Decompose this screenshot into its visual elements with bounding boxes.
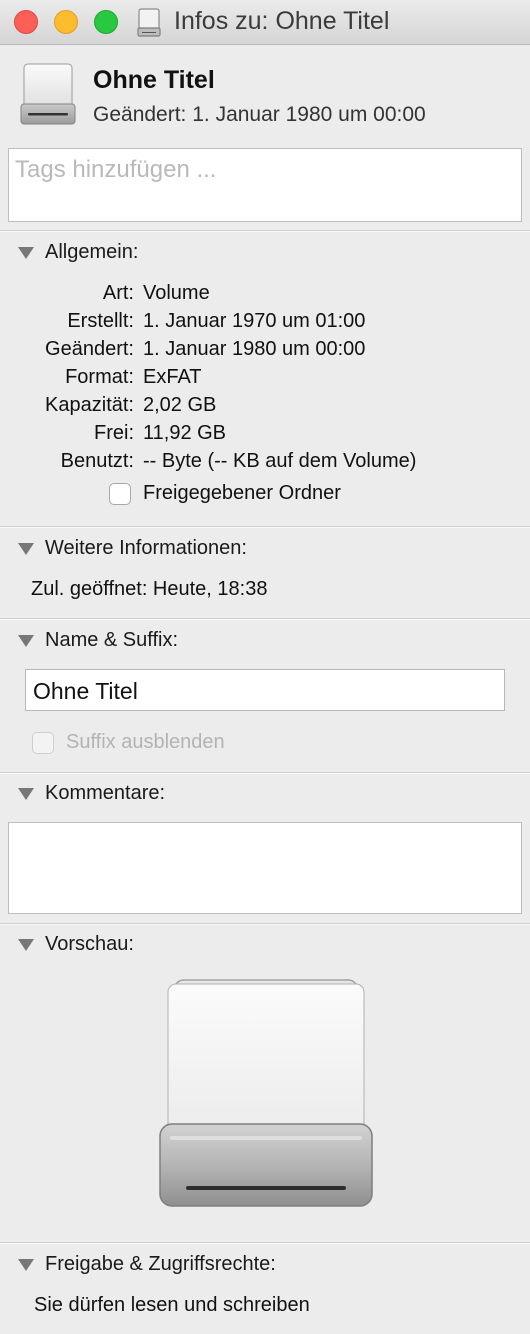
info-value: ExFAT xyxy=(143,366,202,388)
shared-folder-checkbox[interactable] xyxy=(109,482,131,505)
divider xyxy=(0,526,530,528)
info-value: Volume xyxy=(143,282,210,304)
disclosure-triangle-icon xyxy=(18,635,34,647)
info-row: Benutzt: -- Byte (-- KB auf dem Volume) xyxy=(0,450,530,478)
disclosure-triangle-icon xyxy=(18,788,34,800)
disclosure-triangle-icon xyxy=(18,543,34,555)
shared-folder-label: Freigegebener Ordner xyxy=(143,482,341,504)
info-label: Geändert: xyxy=(45,338,134,360)
divider xyxy=(0,772,530,774)
section-more-info-heading: Weitere Informationen: xyxy=(45,537,247,559)
name-field[interactable] xyxy=(25,669,505,711)
section-sharing-heading: Freigabe & Zugriffsrechte: xyxy=(45,1253,276,1275)
info-row: Format: ExFAT xyxy=(0,366,530,394)
section-name-suffix-heading: Name & Suffix: xyxy=(45,629,179,651)
close-button[interactable] xyxy=(14,10,38,34)
info-value: 2,02 GB xyxy=(143,394,217,416)
hide-suffix-checkbox[interactable] xyxy=(32,731,54,754)
drive-icon xyxy=(20,63,76,125)
shared-folder-option[interactable]: Freigegebener Ordner xyxy=(109,482,341,505)
minimize-button[interactable] xyxy=(54,10,78,34)
info-label: Erstellt: xyxy=(67,310,134,332)
info-value: 11,92 GB xyxy=(143,422,227,444)
section-more-info-toggle[interactable]: Weitere Informationen: xyxy=(18,537,247,560)
divider xyxy=(0,230,530,232)
divider xyxy=(0,618,530,620)
info-row: Erstellt: 1. Januar 1970 um 01:00 xyxy=(0,310,530,338)
section-general-heading: Allgemein: xyxy=(45,241,139,263)
divider xyxy=(0,1242,530,1244)
info-label: Frei: xyxy=(94,422,134,444)
info-row: Geändert: 1. Januar 1980 um 00:00 xyxy=(0,338,530,366)
name-input[interactable] xyxy=(33,678,493,705)
info-value: -- Byte (-- KB auf dem Volume) xyxy=(143,450,417,472)
disclosure-triangle-icon xyxy=(18,1259,34,1271)
section-preview-heading: Vorschau: xyxy=(45,933,134,955)
section-name-suffix-toggle[interactable]: Name & Suffix: xyxy=(18,629,178,652)
disclosure-triangle-icon xyxy=(18,247,34,259)
info-label: Kapazität: xyxy=(45,394,134,416)
info-value: 1. Januar 1970 um 01:00 xyxy=(143,310,366,332)
item-name: Ohne Titel xyxy=(93,66,215,94)
hide-suffix-label: Suffix ausblenden xyxy=(66,731,225,753)
section-preview-toggle[interactable]: Vorschau: xyxy=(18,933,134,956)
section-general-toggle[interactable]: Allgemein: xyxy=(18,241,138,264)
divider xyxy=(0,923,530,925)
info-label: Format: xyxy=(65,366,134,388)
info-label: Art: xyxy=(102,282,134,304)
info-row: Frei: 11,92 GB xyxy=(0,422,530,450)
info-row: Art: Volume xyxy=(0,282,530,310)
info-label: Benutzt: xyxy=(60,450,134,472)
last-opened-text: Zul. geöffnet: Heute, 18:38 xyxy=(31,578,268,600)
comments-field[interactable] xyxy=(8,822,522,914)
permissions-text: Sie dürfen lesen und schreiben xyxy=(34,1294,310,1316)
info-row: Kapazität: 2,02 GB xyxy=(0,394,530,422)
section-comments-toggle[interactable]: Kommentare: xyxy=(18,782,165,805)
title-bar[interactable]: Infos zu: Ohne Titel xyxy=(0,0,530,45)
tags-input[interactable] xyxy=(15,156,505,184)
info-value: 1. Januar 1980 um 00:00 xyxy=(143,338,366,360)
window-title: Infos zu: Ohne Titel xyxy=(174,7,390,35)
drive-icon xyxy=(137,8,161,37)
hide-suffix-option[interactable]: Suffix ausblenden xyxy=(32,731,225,754)
tags-field[interactable] xyxy=(8,148,522,222)
section-comments-heading: Kommentare: xyxy=(45,782,166,804)
zoom-button[interactable] xyxy=(94,10,118,34)
disclosure-triangle-icon xyxy=(18,939,34,951)
drive-preview-icon xyxy=(159,979,373,1207)
section-sharing-toggle[interactable]: Freigabe & Zugriffsrechte: xyxy=(18,1253,276,1276)
item-modified-date: Geändert: 1. Januar 1980 um 00:00 xyxy=(93,103,426,126)
